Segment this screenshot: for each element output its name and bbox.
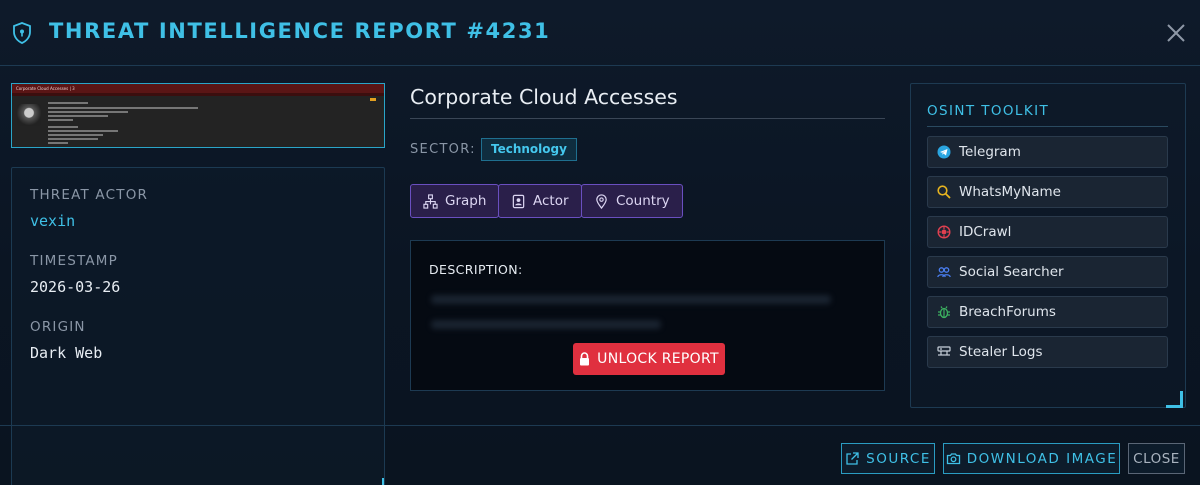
source-button-label: SOURCE	[866, 450, 931, 467]
download-image-button[interactable]: DOWNLOAD IMAGE	[943, 443, 1120, 474]
external-link-icon	[846, 452, 859, 465]
tool-telegram[interactable]: Telegram	[927, 136, 1168, 168]
thumbnail-line	[48, 130, 118, 132]
thumbnail-avatar	[17, 104, 41, 126]
thumbnail-line	[48, 115, 108, 117]
threat-actor-label: THREAT ACTOR	[30, 187, 149, 203]
unlock-report-button[interactable]: UNLOCK REPORT	[573, 343, 725, 375]
country-button[interactable]: Country	[581, 184, 683, 218]
report-modal: THREAT INTELLIGENCE REPORT #4231 Corpora…	[0, 0, 1200, 485]
description-label: DESCRIPTION:	[429, 262, 523, 277]
blurred-text-line	[431, 320, 661, 329]
shield-icon	[13, 22, 31, 44]
threat-actor-value[interactable]: vexin	[30, 212, 75, 230]
tool-breachforums[interactable]: BreachForums	[927, 296, 1168, 328]
graph-button-label: Graph	[445, 193, 487, 209]
country-button-label: Country	[616, 193, 670, 209]
threat-meta-panel: THREAT ACTOR vexin TIMESTAMP 2026-03-26 …	[11, 167, 385, 485]
thumbnail-line	[48, 111, 128, 113]
unlock-report-label: UNLOCK REPORT	[597, 351, 719, 367]
thumbnail-line	[48, 102, 88, 104]
description-box: DESCRIPTION: UNLOCK REPORT	[410, 240, 885, 391]
bug-icon	[938, 306, 950, 319]
actor-button-label: Actor	[533, 193, 569, 209]
osint-toolkit-title: OSINT TOOLKIT	[927, 103, 1168, 127]
magnifier-icon	[937, 185, 951, 199]
tool-stealer-logs[interactable]: Stealer Logs	[927, 336, 1168, 368]
thumbnail-badge	[370, 98, 376, 101]
thumbnail-line	[48, 126, 78, 128]
modal-title: THREAT INTELLIGENCE REPORT #4231	[49, 19, 551, 43]
lock-icon	[580, 352, 590, 366]
origin-value: Dark Web	[30, 344, 103, 362]
crawl-icon	[937, 225, 951, 239]
telegram-icon	[937, 145, 951, 159]
sector-tag[interactable]: Technology	[481, 138, 577, 161]
tool-social-searcher[interactable]: Social Searcher	[927, 256, 1168, 288]
camera-icon	[946, 453, 960, 465]
osint-toolkit-panel: OSINT TOOLKIT Telegram WhatsMyName IDCra…	[910, 83, 1186, 408]
tool-label: WhatsMyName	[959, 184, 1061, 200]
report-screenshot-thumbnail[interactable]: Corporate Cloud Accesses | 3	[11, 83, 385, 148]
source-button[interactable]: SOURCE	[841, 443, 935, 474]
users-icon	[937, 267, 951, 278]
location-pin-icon	[596, 193, 607, 209]
thumbnail-title: Corporate Cloud Accesses | 3	[16, 86, 75, 91]
close-button-label: CLOSE	[1133, 450, 1180, 467]
tool-label: Social Searcher	[959, 264, 1064, 280]
tool-idcrawl[interactable]: IDCrawl	[927, 216, 1168, 248]
download-image-label: DOWNLOAD IMAGE	[966, 450, 1118, 467]
panel-corner-accent	[1166, 391, 1183, 408]
actor-button[interactable]: Actor	[498, 184, 582, 218]
tool-whatsmyname[interactable]: WhatsMyName	[927, 176, 1168, 208]
timestamp-value: 2026-03-26	[30, 278, 121, 296]
server-icon	[937, 346, 951, 356]
timestamp-label: TIMESTAMP	[30, 253, 118, 269]
tool-label: Telegram	[959, 144, 1021, 160]
panel-corner-accent	[382, 478, 384, 485]
report-title: Corporate Cloud Accesses	[410, 85, 885, 119]
thumbnail-line	[48, 142, 68, 144]
close-button[interactable]: CLOSE	[1128, 443, 1185, 474]
close-icon[interactable]	[1165, 22, 1187, 44]
tool-label: BreachForums	[959, 304, 1056, 320]
id-card-icon	[512, 194, 525, 208]
tool-label: Stealer Logs	[959, 344, 1043, 360]
thumbnail-line	[48, 138, 98, 140]
thumbnail-line	[48, 134, 103, 136]
thumbnail-line	[48, 119, 73, 121]
thumbnail-line	[48, 107, 198, 109]
graph-button[interactable]: Graph	[410, 184, 500, 218]
modal-header: THREAT INTELLIGENCE REPORT #4231	[0, 0, 1200, 66]
blurred-text-line	[431, 295, 831, 304]
sector-label: SECTOR:	[410, 142, 476, 157]
tool-label: IDCrawl	[959, 224, 1012, 240]
footer-divider	[0, 425, 1200, 426]
origin-label: ORIGIN	[30, 319, 86, 335]
graph-icon	[423, 193, 438, 209]
